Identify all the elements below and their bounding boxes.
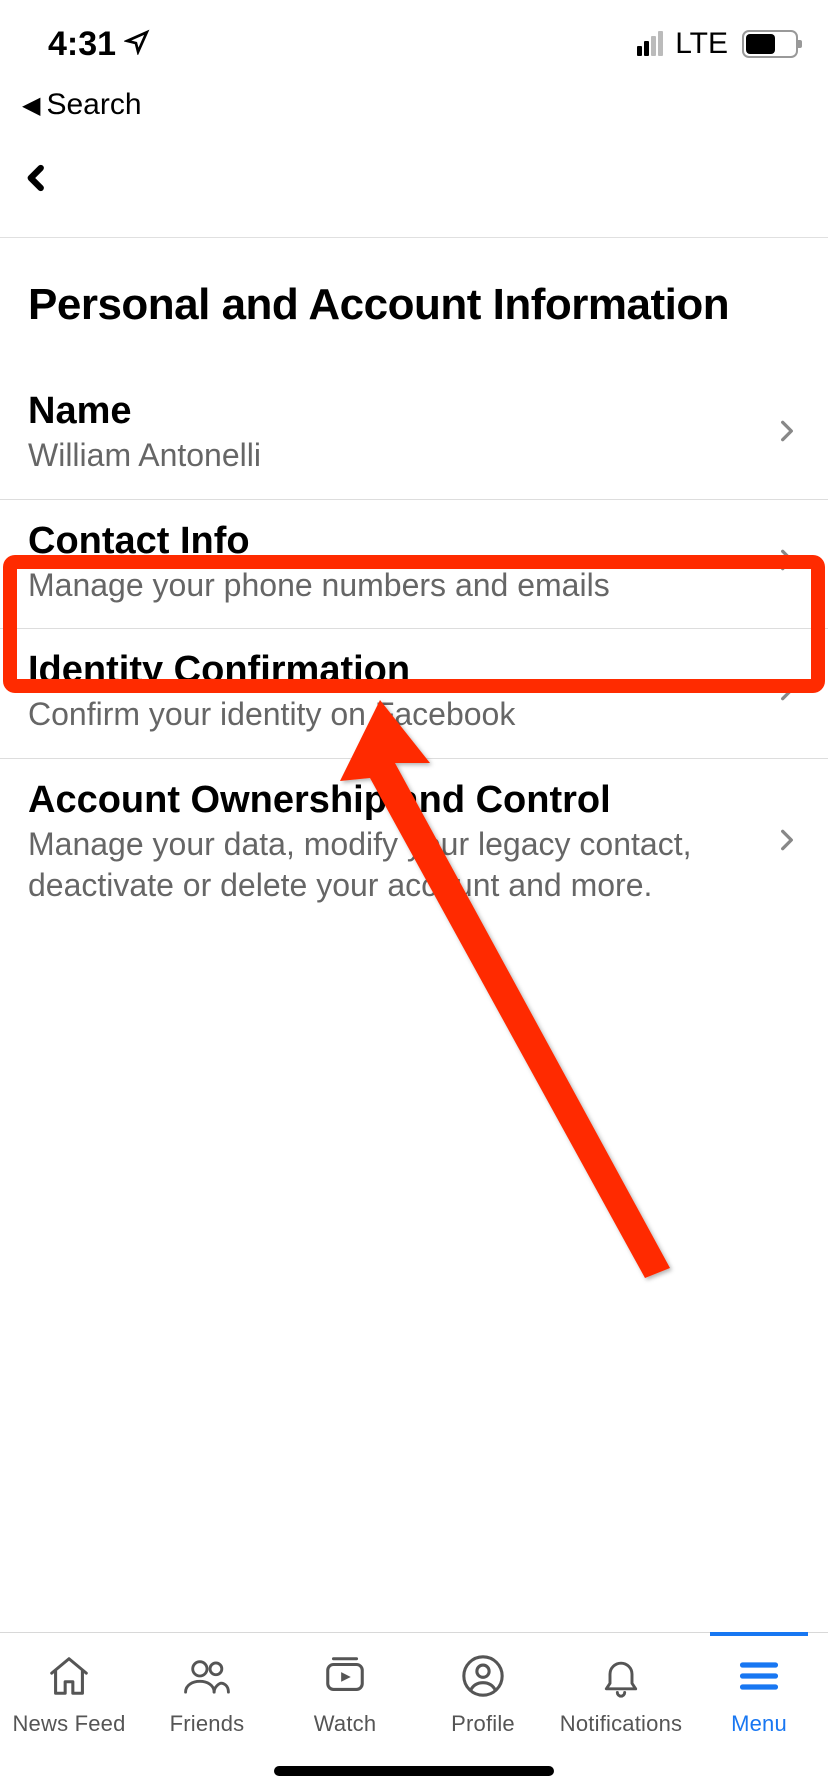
- settings-list: Name William Antonelli Contact Info Mana…: [0, 370, 828, 929]
- status-time: 4:31: [48, 25, 116, 64]
- friends-icon: [182, 1651, 232, 1701]
- setting-title: Identity Confirmation: [28, 649, 754, 692]
- status-left: 4:31: [48, 25, 150, 64]
- chevron-right-icon: [774, 670, 800, 715]
- setting-subtitle: William Antonelli: [28, 435, 754, 477]
- setting-subtitle: Confirm your identity on Facebook: [28, 694, 754, 736]
- network-label: LTE: [675, 27, 728, 61]
- tab-news-feed[interactable]: News Feed: [0, 1633, 138, 1792]
- setting-subtitle: Manage your data, modify your legacy con…: [28, 824, 754, 907]
- chevron-right-icon: [774, 540, 800, 585]
- breadcrumb[interactable]: ◀ Search: [0, 88, 828, 140]
- menu-icon: [737, 1651, 781, 1701]
- tab-label: Menu: [731, 1711, 787, 1737]
- setting-title: Name: [28, 390, 754, 433]
- caret-left-icon: ◀: [22, 91, 40, 120]
- tab-label: News Feed: [12, 1711, 125, 1737]
- location-icon: [124, 25, 150, 64]
- tab-label: Profile: [451, 1711, 515, 1737]
- tab-menu[interactable]: Menu: [690, 1633, 828, 1792]
- nav-header: [0, 140, 828, 237]
- profile-icon: [460, 1651, 506, 1701]
- setting-row-name[interactable]: Name William Antonelli: [0, 370, 828, 500]
- bell-icon: [599, 1651, 643, 1701]
- chevron-right-icon: [774, 411, 800, 456]
- tab-label: Friends: [170, 1711, 245, 1737]
- battery-icon: [742, 30, 798, 58]
- home-indicator[interactable]: [274, 1766, 554, 1776]
- status-right: LTE: [637, 27, 798, 61]
- setting-title: Account Ownership and Control: [28, 779, 754, 822]
- tab-label: Watch: [314, 1711, 377, 1737]
- home-icon: [46, 1651, 92, 1701]
- setting-row-identity-confirmation[interactable]: Identity Confirmation Confirm your ident…: [0, 629, 828, 759]
- breadcrumb-label: Search: [46, 88, 141, 122]
- tab-notifications[interactable]: Notifications: [552, 1633, 690, 1792]
- setting-row-contact-info[interactable]: Contact Info Manage your phone numbers a…: [0, 500, 828, 630]
- setting-row-account-ownership[interactable]: Account Ownership and Control Manage you…: [0, 759, 828, 929]
- page-title: Personal and Account Information: [0, 238, 828, 370]
- tab-label: Notifications: [560, 1711, 682, 1737]
- setting-subtitle: Manage your phone numbers and emails: [28, 565, 754, 607]
- tab-friends[interactable]: Friends: [138, 1633, 276, 1792]
- chevron-right-icon: [774, 820, 800, 865]
- status-bar: 4:31 LTE: [0, 0, 828, 88]
- watch-icon: [321, 1651, 369, 1701]
- back-button[interactable]: [22, 159, 52, 208]
- setting-title: Contact Info: [28, 520, 754, 563]
- signal-icon: [637, 32, 663, 56]
